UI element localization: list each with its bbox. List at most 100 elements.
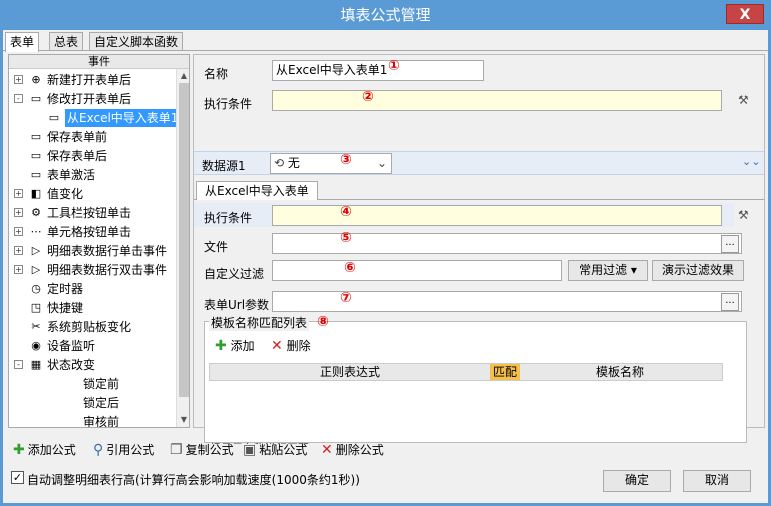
tree-item-label: 锁定后 [83, 396, 120, 410]
tree-item[interactable]: ✂ 系统剪贴板变化 [9, 318, 175, 336]
client-area: 表单 总表 自定义脚本函数 事件 + ⊕ 新建打开表单后 - ▭ 修改打开表单后 ▭ 从Exc… [3, 30, 768, 503]
tab-custom-script[interactable]: 自定义脚本函数 [89, 32, 184, 51]
event-icon: ▭ [30, 130, 42, 143]
tree-item[interactable]: 锁定后 [9, 394, 175, 412]
tree-item[interactable]: 锁定前 [9, 375, 175, 393]
tab-form[interactable]: 表单 [5, 32, 40, 52]
tree-item[interactable]: ◉ 设备监听 [9, 337, 175, 355]
event-icon: ▭ [30, 92, 42, 105]
tree-item[interactable]: ▭ 从Excel中导入表单1 [9, 109, 181, 127]
delete-formula-button[interactable]: ✕ 删除公式 [321, 441, 384, 458]
tree-item-label: 明细表数据行单击事件 [47, 244, 168, 258]
condition2-label: 执行条件 [204, 211, 253, 225]
tree-item-label: 保存表单前 [47, 130, 108, 144]
event-icon: ✂ [31, 320, 41, 333]
delete-icon: ✕ [271, 338, 283, 354]
event-icon: ◧ [30, 187, 42, 200]
copy-formula-button[interactable]: ❐ 复制公式 [170, 441, 234, 458]
plus-icon: ✚ [13, 442, 25, 458]
scroll-down-icon[interactable]: ▼ [177, 413, 189, 427]
formula-wand-icon-2[interactable]: ⚒ [738, 208, 749, 222]
event-icon: ◳ [30, 301, 42, 314]
datasource-bar: 数据源1 ⟲ 无 ⌄ ③ ⌄⌄ [194, 151, 764, 175]
tree-item-label: 审核前 [83, 415, 120, 428]
marker-5: ⑤ [340, 230, 352, 246]
tree-item[interactable]: ◷ 定时器 [9, 280, 175, 298]
auto-row-height-label: 自动调整明细表行高(计算行高会影响加载速度(1000条约1秒)) [27, 473, 360, 487]
delete-row-button[interactable]: ✕ 删除 [271, 337, 311, 354]
expand-icon[interactable]: + [14, 265, 23, 274]
marker-2: ② [362, 89, 374, 105]
link-icon: ⚲ [93, 442, 104, 458]
tree-item[interactable]: + ◧ 值变化 [9, 185, 175, 203]
auto-row-height-checkbox[interactable]: ✓ [11, 471, 24, 484]
cancel-button[interactable]: 取消 [683, 470, 751, 492]
name-input[interactable]: 从Excel中导入表单1 [272, 60, 484, 81]
expand-icon[interactable]: + [14, 189, 23, 198]
tree-item[interactable]: + ⚙ 工具栏按钮单击 [9, 204, 175, 222]
add-row-button[interactable]: ✚ 添加 [215, 337, 255, 354]
event-icon: ◷ [31, 282, 41, 295]
tree-item[interactable]: ▭ 保存表单后 [9, 147, 175, 165]
file-browse-button[interactable]: ... [721, 235, 739, 253]
delete-row-label: 删除 [286, 339, 311, 353]
tree-item[interactable]: ▭ 表单激活 [9, 166, 175, 184]
expand-icon[interactable]: + [14, 208, 23, 217]
formula-wand-icon[interactable]: ⚒ [738, 93, 749, 107]
scroll-thumb[interactable] [179, 83, 189, 397]
tab-import-excel[interactable]: 从Excel中导入表单 [196, 181, 318, 200]
reference-formula-button[interactable]: ⚲ 引用公式 [93, 441, 154, 458]
common-filter-button[interactable]: 常用过滤 ▾ [568, 260, 648, 281]
demo-filter-button[interactable]: 演示过滤效果 [652, 260, 744, 281]
datasource-label: 数据源1 [202, 159, 246, 173]
title-bar: 填表公式管理 [0, 0, 771, 30]
filter-input[interactable] [272, 260, 562, 281]
marker-8: ⑧ [317, 314, 329, 330]
paste-formula-button[interactable]: ▣ 粘贴公式 [243, 441, 307, 458]
col-template-name[interactable]: 模板名称 [520, 364, 720, 380]
tree-item-label: 从Excel中导入表单1 [65, 109, 181, 127]
close-button[interactable]: X [726, 4, 764, 24]
tree-item[interactable]: + ⊕ 新建打开表单后 [9, 71, 175, 89]
event-icon: ⊕ [31, 73, 41, 86]
chevron-down-icon: ⌄ [376, 156, 387, 170]
expand-icon[interactable]: + [14, 227, 23, 236]
col-regex[interactable]: 正则表达式 [210, 364, 490, 380]
tree-item[interactable]: ◳ 快捷键 [9, 299, 175, 317]
tab-summary[interactable]: 总表 [49, 32, 84, 51]
expand-icon[interactable]: + [14, 246, 23, 255]
expand-collapse-icon[interactable]: ⌄⌄ [742, 155, 760, 168]
tree-item-label: 快捷键 [47, 301, 84, 315]
add-formula-button[interactable]: ✚ 添加公式 [13, 441, 76, 458]
tree-item[interactable]: + ▷ 明细表数据行双击事件 [9, 261, 175, 279]
ok-button[interactable]: 确定 [603, 470, 671, 492]
formula-editor: 名称 从Excel中导入表单1 ① 执行条件 ② ⚒ 数据源1 ⟲ 无 ⌄ ③ … [193, 54, 765, 444]
datasource-select[interactable]: ⟲ 无 ⌄ [270, 153, 392, 174]
event-tree[interactable]: 事件 + ⊕ 新建打开表单后 - ▭ 修改打开表单后 ▭ 从Excel中导入表单1 ▭ 保存表单前… [8, 54, 190, 428]
tree-item[interactable]: ▭ 保存表单前 [9, 128, 175, 146]
event-icon: ▦ [30, 358, 42, 371]
url-browse-button[interactable]: ... [721, 293, 739, 311]
condition-input[interactable] [272, 90, 722, 111]
copy-formula-label: 复制公式 [185, 443, 234, 457]
expand-icon[interactable]: + [14, 75, 23, 84]
tree-item-label: 状态改变 [47, 358, 96, 372]
collapse-icon[interactable]: - [14, 94, 23, 103]
tree-scrollbar[interactable]: ▲ ▼ [176, 69, 189, 427]
tree-item[interactable]: + ▷ 明细表数据行单击事件 [9, 242, 175, 260]
col-match[interactable]: 匹配 [490, 364, 520, 380]
event-icon: ⋯ [30, 225, 42, 238]
collapse-icon[interactable]: - [14, 360, 23, 369]
tree-item[interactable]: - ▦ 状态改变 [9, 356, 175, 374]
paste-icon: ▣ [243, 442, 257, 458]
tree-item-label: 系统剪贴板变化 [47, 320, 132, 334]
tree-item[interactable]: 审核前 [9, 413, 175, 428]
event-icon: ▷ [31, 263, 41, 276]
tree-item[interactable]: - ▭ 修改打开表单后 [9, 90, 175, 108]
marker-7: ⑦ [340, 290, 352, 306]
tree-item[interactable]: + ⋯ 单元格按钮单击 [9, 223, 175, 241]
group-title: 模板名称匹配列表 [209, 314, 310, 331]
tree-item-label: 新建打开表单后 [47, 73, 132, 87]
tree-item-label: 设备监听 [47, 339, 96, 353]
scroll-up-icon[interactable]: ▲ [177, 69, 189, 83]
